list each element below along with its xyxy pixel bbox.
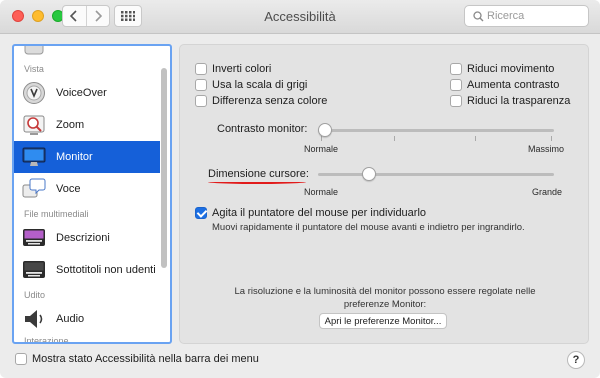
sidebar-item-monitor[interactable]: Monitor bbox=[14, 141, 160, 173]
zoom-icon bbox=[23, 115, 45, 135]
cursor-size-track[interactable] bbox=[318, 173, 554, 176]
search-field[interactable] bbox=[464, 5, 589, 27]
speech-icon bbox=[22, 178, 46, 198]
open-monitor-preferences-button[interactable]: Apri le preferenze Monitor... bbox=[319, 313, 447, 329]
search-icon bbox=[473, 11, 484, 22]
search-input[interactable] bbox=[487, 8, 585, 24]
sidebar-item-zoom[interactable]: Zoom bbox=[14, 109, 160, 141]
monitor-preferences-note: La risoluzione e la luminosità del monit… bbox=[200, 285, 570, 311]
help-button[interactable]: ? bbox=[567, 351, 585, 369]
captions-icon bbox=[23, 261, 45, 278]
checkbox-box[interactable] bbox=[195, 207, 207, 219]
show-in-menubar-checkbox[interactable]: Mostra stato Accessibilità nella barra d… bbox=[15, 353, 259, 365]
slider-tick bbox=[551, 136, 552, 141]
category-list[interactable]: Vista VoiceOver Zoom Monitor Voce File m… bbox=[12, 44, 172, 344]
sidebar-item-descrizioni[interactable]: Descrizioni bbox=[14, 222, 160, 254]
contrast-min-label: Normale bbox=[304, 144, 339, 154]
contrast-track[interactable] bbox=[318, 129, 554, 132]
group-header-vista: Vista bbox=[24, 64, 44, 74]
checkbox-label: Differenza senza colore bbox=[212, 95, 328, 107]
reduce-motion-checkbox[interactable]: Riduci movimento bbox=[450, 63, 554, 75]
sidebar-item-label: Sottotitoli non udenti bbox=[56, 264, 156, 276]
checkbox-box[interactable] bbox=[15, 353, 27, 365]
sidebar-item-label: Audio bbox=[56, 313, 85, 325]
audio-icon bbox=[25, 310, 43, 328]
checkbox-label: Agita il puntatore del mouse per individ… bbox=[212, 207, 427, 219]
reduce-transparency-checkbox[interactable]: Riduci la trasparenza bbox=[450, 95, 570, 107]
shake-to-locate-checkbox[interactable]: Agita il puntatore del mouse per individ… bbox=[195, 207, 426, 219]
checkbox-label: Mostra stato Accessibilità nella barra d… bbox=[32, 353, 259, 365]
annotation-underline bbox=[208, 180, 306, 184]
checkbox-box[interactable] bbox=[195, 95, 207, 107]
contrast-max-label: Massimo bbox=[528, 144, 565, 154]
sidebar-item-label: Monitor bbox=[56, 151, 93, 163]
shake-description: Muovi rapidamente il puntatore del mouse… bbox=[212, 222, 525, 233]
sidebar-item-voiceover[interactable]: VoiceOver bbox=[14, 77, 160, 109]
checkbox-label: Aumenta contrasto bbox=[467, 79, 560, 91]
title-bar: Accessibilità bbox=[0, 0, 600, 34]
cursor-min-label: Normale bbox=[304, 187, 339, 197]
slider-tick bbox=[321, 136, 322, 141]
sidebar-item-voce[interactable]: Voce bbox=[14, 173, 160, 205]
descriptions-icon bbox=[23, 229, 45, 246]
note-line: La risoluzione e la luminosità del monit… bbox=[234, 286, 536, 297]
checkbox-box[interactable] bbox=[450, 95, 462, 107]
sidebar-item-label: VoiceOver bbox=[56, 87, 107, 99]
checkbox-box[interactable] bbox=[450, 63, 462, 75]
sidebar-item-sottotitoli[interactable]: Sottotitoli non udenti bbox=[14, 254, 160, 286]
checkbox-label: Usa la scala di grigi bbox=[212, 79, 308, 91]
sidebar-scrollbar[interactable] bbox=[161, 68, 167, 268]
slider-tick bbox=[394, 136, 395, 141]
monitor-icon bbox=[22, 147, 46, 166]
list-item-partial[interactable] bbox=[14, 46, 160, 60]
note-line: preferenze Monitor: bbox=[343, 299, 427, 310]
grayscale-checkbox[interactable]: Usa la scala di grigi bbox=[195, 79, 307, 91]
monitor-settings-panel: Inverti colori Usa la scala di grigi Dif… bbox=[179, 44, 589, 344]
general-icon bbox=[24, 46, 44, 55]
cursor-size-label: Dimensione cursore: bbox=[208, 168, 309, 180]
invert-colors-checkbox[interactable]: Inverti colori bbox=[195, 63, 271, 75]
preferences-window: Accessibilità Vista VoiceOver bbox=[0, 0, 600, 378]
sidebar-item-label: Descrizioni bbox=[56, 232, 110, 244]
checkbox-label: Riduci movimento bbox=[467, 63, 555, 75]
checkbox-box[interactable] bbox=[195, 79, 207, 91]
group-header-interazione: Interazione bbox=[24, 336, 69, 344]
sidebar-item-label: Zoom bbox=[56, 119, 85, 131]
differentiate-without-color-checkbox[interactable]: Differenza senza colore bbox=[195, 95, 327, 107]
contrast-slider-knob[interactable] bbox=[318, 123, 332, 137]
checkbox-box[interactable] bbox=[450, 79, 462, 91]
checkbox-label: Riduci la trasparenza bbox=[467, 95, 571, 107]
contrast-slider-label: Contrasto monitor: bbox=[217, 123, 308, 135]
group-header-udito: Udito bbox=[24, 290, 46, 300]
checkbox-label: Inverti colori bbox=[212, 63, 272, 75]
slider-tick bbox=[475, 136, 476, 141]
checkbox-box[interactable] bbox=[195, 63, 207, 75]
voiceover-icon bbox=[23, 82, 45, 104]
group-header-media: File multimediali bbox=[24, 209, 89, 219]
sidebar-item-label: Voce bbox=[56, 183, 81, 195]
cursor-size-slider-knob[interactable] bbox=[362, 167, 377, 181]
sidebar-item-audio[interactable]: Audio bbox=[14, 303, 160, 335]
increase-contrast-checkbox[interactable]: Aumenta contrasto bbox=[450, 79, 559, 91]
cursor-max-label: Grande bbox=[532, 187, 563, 197]
